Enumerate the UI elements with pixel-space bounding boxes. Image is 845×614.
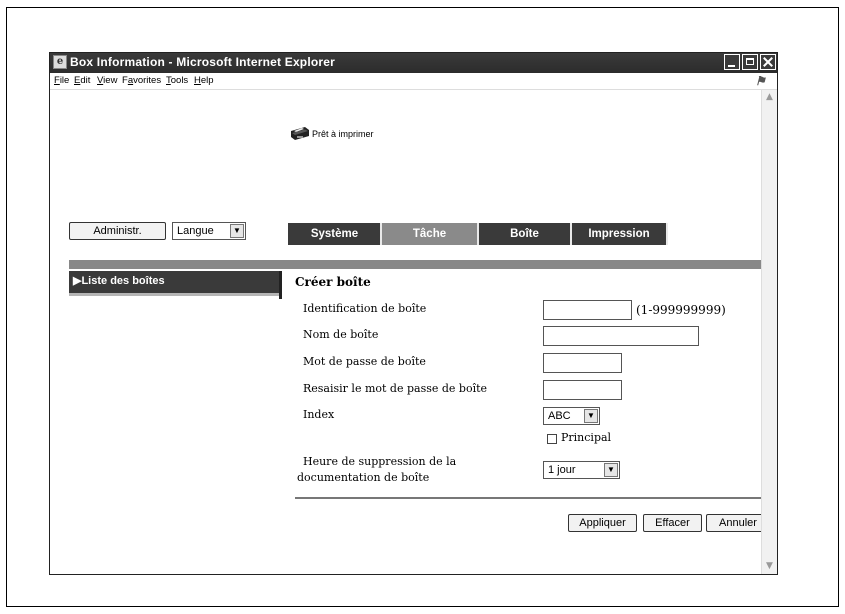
title-bar[interactable]: e Box Information - Microsoft Internet E… — [50, 53, 777, 73]
minimize-icon[interactable] — [724, 54, 740, 70]
menu-bar: File Edit View Favorites Tools Help ⚑ — [50, 73, 777, 90]
menu-file[interactable]: File — [54, 75, 69, 86]
vertical-scrollbar[interactable]: ▲ ▼ — [761, 90, 777, 574]
password-label: Mot de passe de boîte — [303, 355, 426, 368]
sidebar-divider — [279, 271, 282, 299]
window-title: Box Information - Microsoft Internet Exp… — [70, 55, 336, 69]
form-divider — [295, 497, 761, 499]
password-input[interactable] — [543, 353, 622, 373]
admin-button[interactable]: Administr. — [69, 222, 166, 240]
password-confirm-label: Resaisir le mot de passe de boîte — [303, 382, 488, 395]
language-select[interactable]: Langue ▼ — [172, 222, 246, 240]
box-id-input[interactable] — [543, 300, 632, 320]
deletion-time-value: 1 jour — [548, 464, 576, 476]
menu-tools[interactable]: Tools — [166, 75, 188, 86]
tab-divider — [477, 223, 479, 245]
page-content: Prêt à imprimer Administr. Langue ▼ Syst… — [50, 90, 761, 574]
sidebar-item-box-list[interactable]: ▶Liste des boîtes — [69, 271, 279, 293]
principal-label: Principal — [561, 431, 612, 444]
scroll-down-icon[interactable]: ▼ — [764, 561, 775, 572]
box-id-range: (1-999999999) — [636, 303, 726, 317]
tab-boite[interactable]: Boîte — [478, 223, 571, 245]
menu-favorites[interactable]: Favorites — [122, 75, 161, 86]
scroll-up-icon[interactable]: ▲ — [764, 92, 775, 103]
close-icon[interactable] — [760, 54, 776, 70]
chevron-down-icon[interactable]: ▼ — [604, 463, 618, 477]
menu-view[interactable]: View — [97, 75, 117, 86]
menu-edit[interactable]: Edit — [74, 75, 90, 86]
box-name-input[interactable] — [543, 326, 699, 346]
printer-icon — [291, 127, 309, 140]
box-name-label: Nom de boîte — [303, 328, 379, 341]
apply-button[interactable]: Appliquer — [568, 514, 637, 532]
tab-systeme[interactable]: Système — [288, 223, 381, 245]
printer-status: Prêt à imprimer — [312, 129, 374, 139]
language-select-value: Langue — [177, 225, 214, 237]
index-select-value: ABC — [548, 410, 571, 422]
sidebar-underline — [69, 293, 279, 296]
cancel-button[interactable]: Annuler — [706, 514, 761, 532]
index-label: Index — [303, 408, 335, 421]
windows-logo-icon: ⚑ — [755, 74, 766, 88]
principal-checkbox[interactable] — [547, 434, 557, 444]
tab-tache[interactable]: Tâche — [381, 223, 478, 245]
maximize-icon[interactable] — [742, 54, 758, 70]
password-confirm-input[interactable] — [543, 380, 622, 400]
tab-divider — [570, 223, 572, 245]
chevron-down-icon[interactable]: ▼ — [230, 224, 244, 238]
index-select[interactable]: ABC ▼ — [543, 407, 600, 425]
clear-button[interactable]: Effacer — [643, 514, 702, 532]
form-title: Créer boîte — [295, 275, 371, 289]
deletion-time-label-line1: Heure de suppression de la — [303, 455, 457, 468]
deletion-time-label-line2: documentation de boîte — [297, 471, 430, 484]
tab-divider — [380, 223, 382, 245]
header-band — [69, 260, 761, 269]
ie-page-icon: e — [53, 55, 67, 69]
tab-divider — [666, 223, 668, 245]
chevron-down-icon[interactable]: ▼ — [584, 409, 598, 423]
deletion-time-select[interactable]: 1 jour ▼ — [543, 461, 620, 479]
menu-help[interactable]: Help — [194, 75, 214, 86]
box-id-label: Identification de boîte — [303, 302, 427, 315]
browser-window: e Box Information - Microsoft Internet E… — [49, 52, 778, 575]
tab-impression[interactable]: Impression — [571, 223, 667, 245]
